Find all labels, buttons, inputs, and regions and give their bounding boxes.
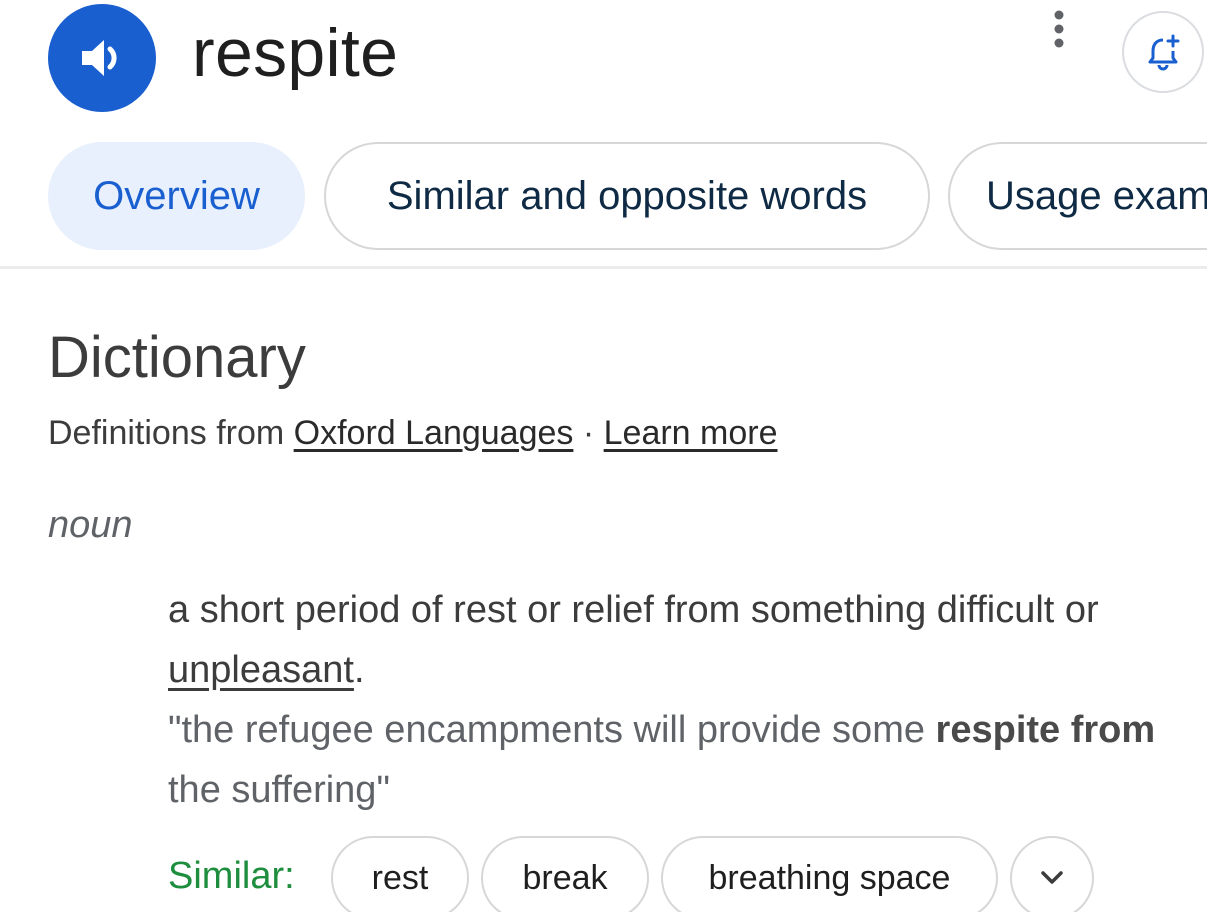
word-title: respite — [192, 15, 399, 91]
similar-chip-breathing-space[interactable]: breathing space — [661, 836, 998, 912]
create-alert-button[interactable] — [1122, 11, 1204, 93]
bell-plus-icon — [1148, 34, 1180, 71]
volume-icon — [82, 40, 117, 76]
similar-chip-break[interactable]: break — [481, 836, 649, 912]
dictionary-page: respite Overview Similar and opposite wo… — [0, 0, 1207, 912]
example-end: the suffering" — [168, 769, 390, 811]
definition: a short period of rest or relief from so… — [168, 580, 1207, 700]
definition-text: a short period of rest or relief from so… — [168, 589, 1099, 631]
oxford-languages-link[interactable]: Oxford Languages — [294, 414, 574, 452]
tab-similar-opposite[interactable]: Similar and opposite words — [324, 142, 930, 250]
source-prefix: Definitions from — [48, 414, 294, 452]
chevron-down-icon — [1041, 871, 1063, 884]
example-bold: respite from — [935, 709, 1156, 751]
similar-chip-rest[interactable]: rest — [331, 836, 469, 912]
source-line: Definitions from Oxford Languages · Lear… — [48, 410, 778, 456]
source-separator: · — [573, 414, 604, 452]
definition-end: . — [353, 649, 365, 691]
unpleasant-link[interactable]: unpleasant — [168, 649, 354, 691]
learn-more-link[interactable]: Learn more — [604, 414, 778, 452]
more-vert-icon — [1054, 10, 1064, 48]
expand-similar-button[interactable] — [1010, 836, 1094, 912]
example-start: "the refugee encampments will provide so… — [168, 709, 936, 751]
usage-example: "the refugee encampments will provide so… — [168, 700, 1188, 820]
pronounce-button[interactable] — [48, 4, 156, 112]
similar-label: Similar: — [168, 855, 295, 897]
tab-overview[interactable]: Overview — [48, 142, 305, 250]
tabs-divider — [0, 266, 1207, 269]
tab-usage-examples[interactable]: Usage examples — [948, 142, 1207, 250]
part-of-speech: noun — [48, 504, 133, 546]
section-title: Dictionary — [48, 325, 306, 390]
more-options-button[interactable] — [1040, 6, 1078, 52]
